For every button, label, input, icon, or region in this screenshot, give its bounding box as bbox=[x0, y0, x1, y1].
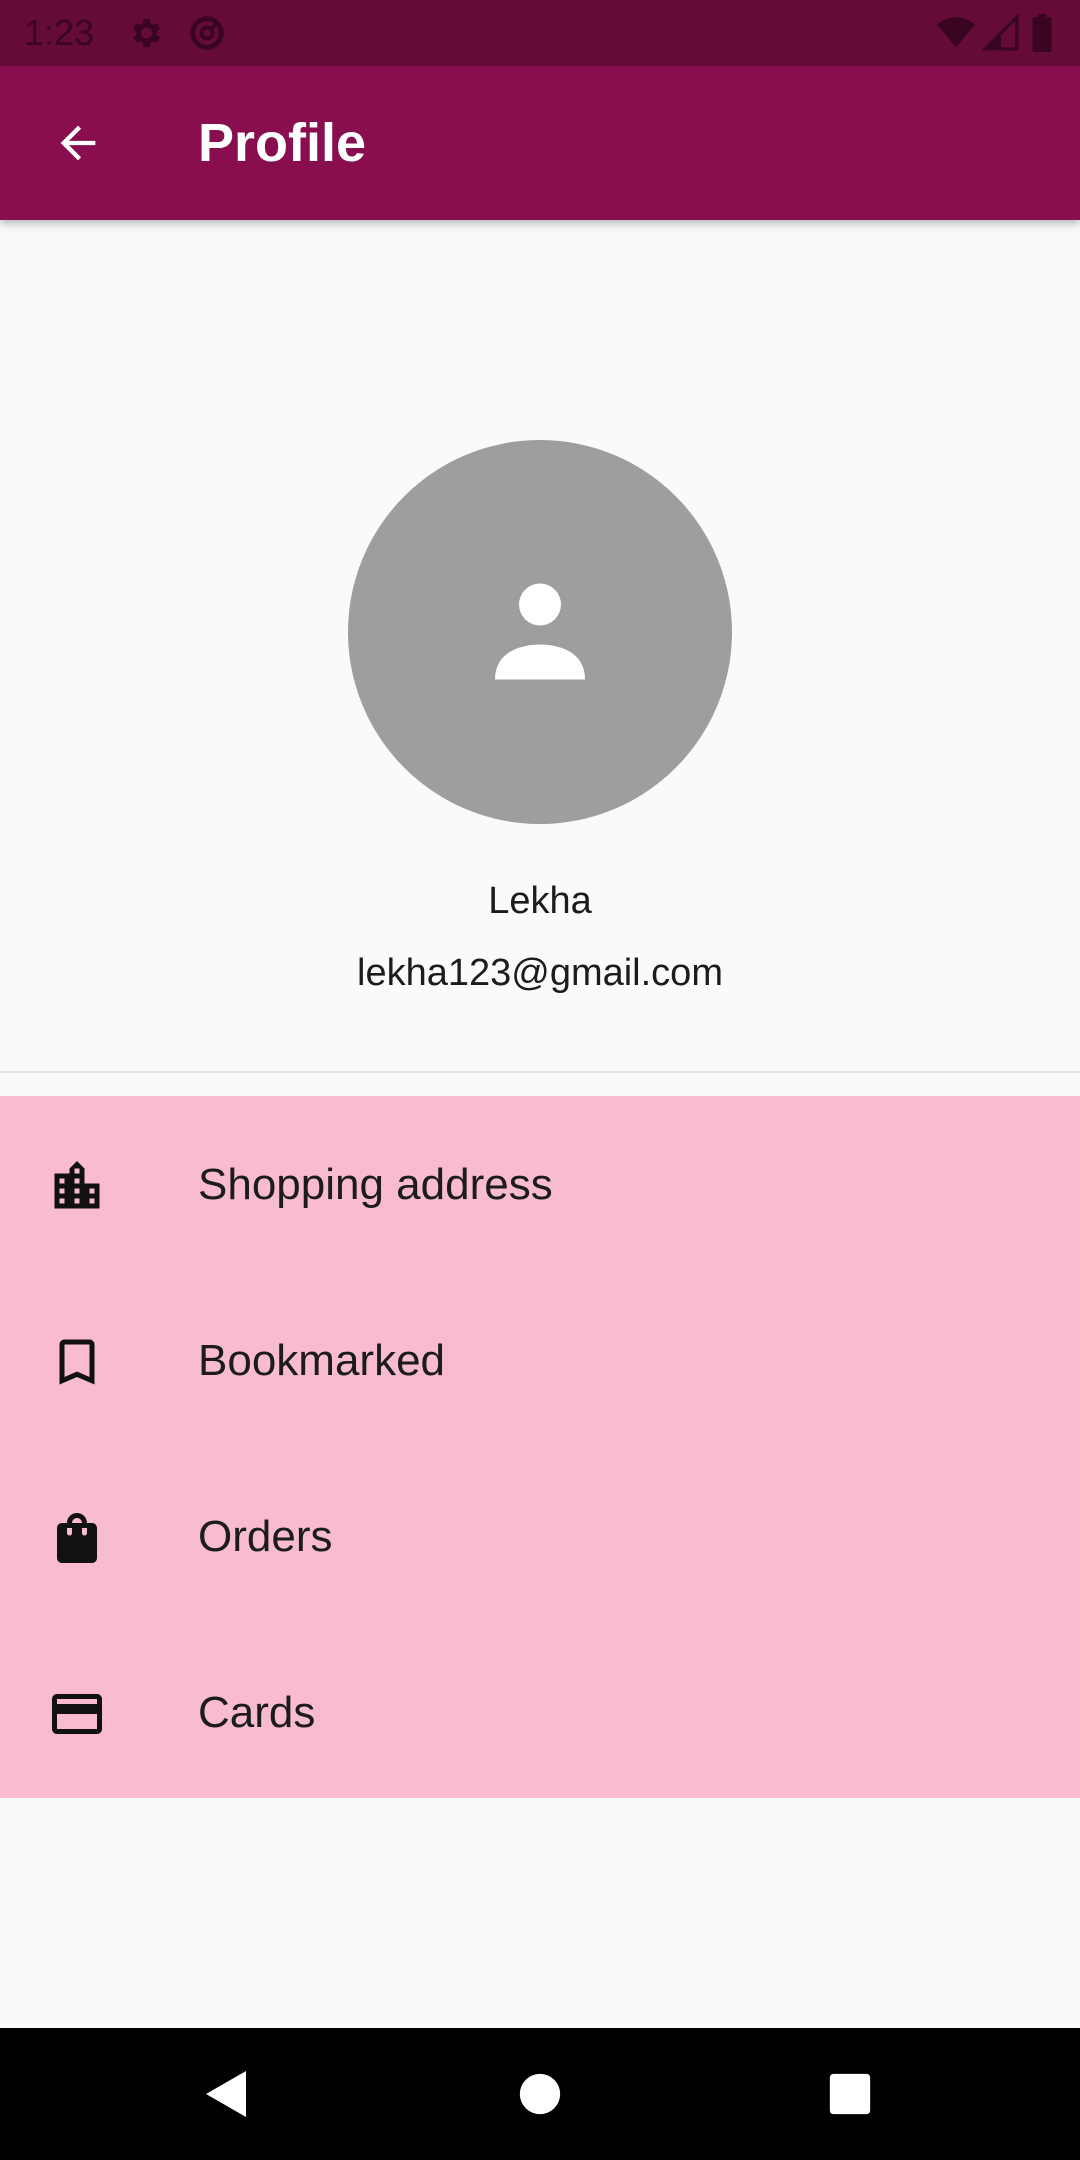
menu-item-bookmarked[interactable]: Bookmarked bbox=[0, 1272, 1080, 1448]
wifi-icon bbox=[936, 14, 975, 52]
credit-card-icon bbox=[45, 1682, 109, 1746]
page-title: Profile bbox=[198, 113, 367, 173]
menu-item-label: Shopping address bbox=[198, 1160, 553, 1209]
profile-menu: Shopping address Bookmarked Orders Cards bbox=[0, 1096, 1080, 1798]
person-icon bbox=[495, 583, 585, 680]
status-bar: 1:23 bbox=[0, 0, 1080, 66]
at-sign-icon bbox=[188, 14, 226, 52]
home-circle-icon bbox=[519, 2073, 561, 2115]
menu-item-label: Orders bbox=[198, 1512, 333, 1561]
arrow-back-icon bbox=[60, 125, 96, 161]
location-city-icon bbox=[45, 1154, 109, 1218]
menu-item-label: Cards bbox=[198, 1688, 316, 1737]
menu-item-shopping-address[interactable]: Shopping address bbox=[0, 1096, 1080, 1272]
bookmark-icon bbox=[45, 1330, 109, 1394]
profile-name: Lekha bbox=[488, 880, 592, 922]
recents-square-icon bbox=[829, 2073, 871, 2115]
divider bbox=[0, 1071, 1080, 1073]
back-button[interactable] bbox=[36, 101, 120, 185]
gear-icon bbox=[126, 14, 164, 52]
nav-home-button[interactable] bbox=[500, 2054, 580, 2134]
back-triangle-icon bbox=[206, 2071, 246, 2117]
cell-signal-icon bbox=[981, 13, 1020, 52]
system-nav-bar bbox=[0, 2028, 1080, 2160]
menu-item-label: Bookmarked bbox=[198, 1336, 446, 1385]
app-bar bbox=[0, 66, 1080, 220]
profile-email: lekha123@gmail.com bbox=[357, 952, 723, 994]
battery-icon bbox=[1030, 14, 1056, 53]
avatar[interactable] bbox=[348, 440, 732, 824]
shopping-bag-icon bbox=[45, 1506, 109, 1570]
menu-item-orders[interactable]: Orders bbox=[0, 1448, 1080, 1624]
nav-back-button[interactable] bbox=[186, 2054, 266, 2134]
menu-item-cards[interactable]: Cards bbox=[0, 1624, 1080, 1800]
status-time: 1:23 bbox=[24, 12, 95, 53]
nav-recents-button[interactable] bbox=[810, 2054, 890, 2134]
